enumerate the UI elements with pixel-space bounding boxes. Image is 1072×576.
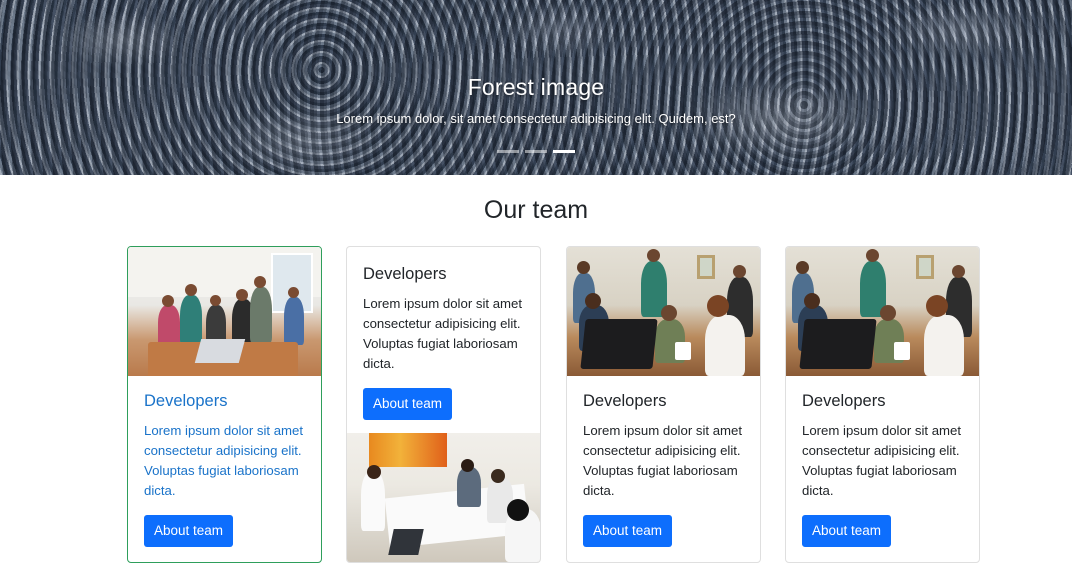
team-laptop-photo [786, 247, 979, 376]
card-title: Developers [802, 392, 886, 410]
team-card-3[interactable]: Developers Lorem ipsum dolor sit amet co… [566, 246, 761, 563]
carousel-indicator-1[interactable] [497, 150, 519, 153]
team-card-2[interactable]: Developers Lorem ipsum dolor sit amet co… [346, 246, 541, 563]
office-team-photo [128, 247, 321, 376]
section-title: Our team [483, 196, 589, 224]
card-text: Lorem ipsum dolor sit amet consectetur a… [583, 423, 743, 498]
team-card-1[interactable]: Developers Lorem ipsum dolor sit amet co… [127, 246, 322, 563]
card-text: Lorem ipsum dolor sit amet consectetur a… [363, 296, 523, 371]
carousel-indicator-3[interactable] [553, 150, 575, 153]
card-text: Lorem ipsum dolor sit amet consectetur a… [144, 423, 304, 498]
carousel-indicator-2[interactable] [525, 150, 547, 153]
carousel-title: Forest image [467, 74, 605, 100]
team-card-4[interactable]: Developers Lorem ipsum dolor sit amet co… [785, 246, 980, 563]
card-title: Developers [363, 265, 447, 283]
card-title: Developers [144, 392, 228, 410]
carousel-indicators [0, 150, 1072, 153]
about-team-button[interactable]: About team [144, 515, 234, 547]
team-laptop-photo [567, 247, 760, 376]
carousel-caption: Forest image Lorem ipsum dolor, sit amet… [0, 74, 1072, 126]
card-text: Lorem ipsum dolor sit amet consectetur a… [802, 423, 962, 498]
about-team-button[interactable]: About team [802, 515, 892, 547]
hero-carousel: Forest image Lorem ipsum dolor, sit amet… [0, 0, 1072, 175]
card-title: Developers [583, 392, 667, 410]
about-team-button[interactable]: About team [363, 388, 453, 420]
meeting-photo [347, 433, 540, 562]
carousel-text: Lorem ipsum dolor, sit amet consectetur … [336, 111, 736, 126]
about-team-button[interactable]: About team [583, 515, 673, 547]
